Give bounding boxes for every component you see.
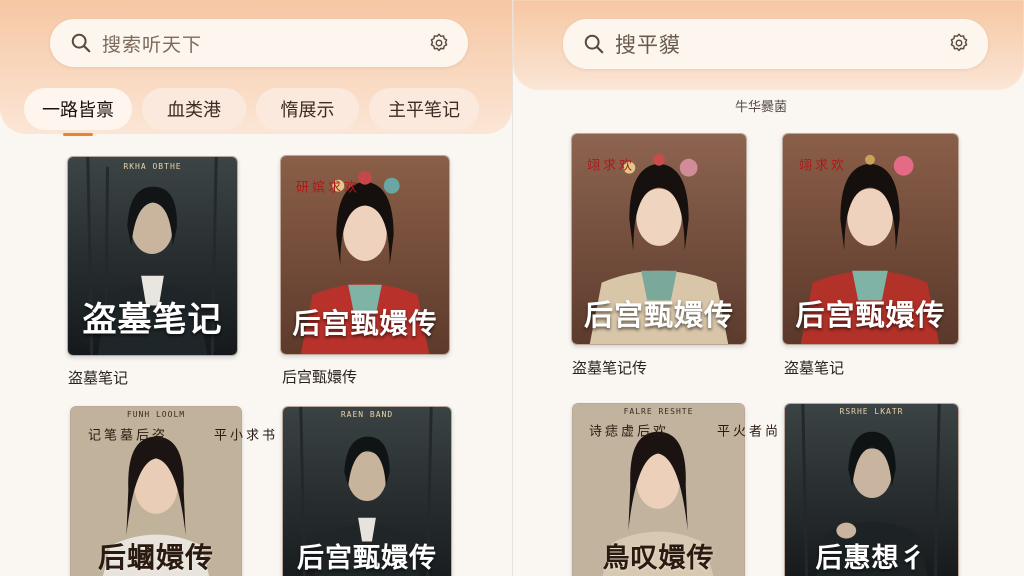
poster-side-text: 尚者火平 — [714, 424, 777, 437]
poster-side-text: 盗后墓笔记 — [85, 428, 164, 441]
poster-title: 后宫甄嬛传 — [292, 307, 438, 340]
search-icon — [584, 34, 604, 54]
card-caption: 后宫甄嬛传 — [282, 368, 358, 386]
poster-title: 后蟈嬛传 — [97, 541, 214, 574]
left-screen: 搜索听天下 一路皆禀 血类港 惰展示 主平笔记 RKHA OBTHE 盗墓笔记 … — [0, 0, 512, 576]
poster-title: 后宫甄嬛传 — [795, 298, 946, 332]
poster-side-text: 欢求翊 — [796, 158, 843, 171]
card-caption: 盗墓笔记传 — [572, 359, 648, 377]
poster-side-text: 欢求嫔研 — [293, 180, 356, 193]
poster-title: 后宫甄嬛传 — [583, 298, 734, 332]
settings-gear-icon[interactable] — [428, 32, 450, 54]
card-caption: 盗墓笔记 — [784, 359, 845, 377]
search-placeholder: 搜索听天下 — [102, 33, 203, 56]
search-placeholder: 搜平貘 — [615, 33, 681, 57]
poster-side-text: 欢后虚痣诗 — [586, 424, 665, 437]
tab-2[interactable]: 惰展示 — [256, 88, 359, 130]
tab-3[interactable]: 主平笔记 — [369, 88, 479, 130]
section-label: 牛华爨菌 — [735, 100, 788, 115]
poster-side-text: 欢求翊 — [584, 158, 631, 171]
card-caption: 盗墓笔记 — [68, 369, 129, 387]
tab-1[interactable]: 血类港 — [142, 88, 246, 130]
tab-0[interactable]: 一路皆禀 — [24, 88, 132, 130]
poster-title: 后宫甄嬛传 — [297, 543, 437, 574]
poster-top-text: FUNH LOOLM — [126, 410, 186, 419]
search-icon — [71, 33, 91, 53]
right-screen: 搜平貘 牛华爨菌 欢求翊 后宫甄嬛传 盗墓笔记传 欢求翊 后宫甄嬛传 盗墓笔记 … — [513, 0, 1024, 576]
poster-title: 后惠想彳 — [815, 543, 928, 574]
settings-gear-icon[interactable] — [948, 32, 970, 54]
poster-title: 盗墓笔记 — [82, 300, 223, 340]
poster-top-text: RSRHE LKATR — [839, 407, 904, 416]
poster-top-text: RKHA OBTHE — [123, 162, 182, 171]
search-bar[interactable]: 搜索听天下 — [50, 19, 468, 67]
poster-top-text: RAEN BAND — [340, 410, 394, 419]
poster-side-text: 书求小平 — [211, 428, 274, 441]
category-tabs: 一路皆禀 血类港 惰展示 主平笔记 — [24, 88, 479, 130]
search-bar[interactable]: 搜平貘 — [563, 19, 988, 69]
poster-title: 鳥叹嬛传 — [602, 543, 715, 574]
poster-top-text: FALRE RESHTE — [623, 407, 694, 416]
